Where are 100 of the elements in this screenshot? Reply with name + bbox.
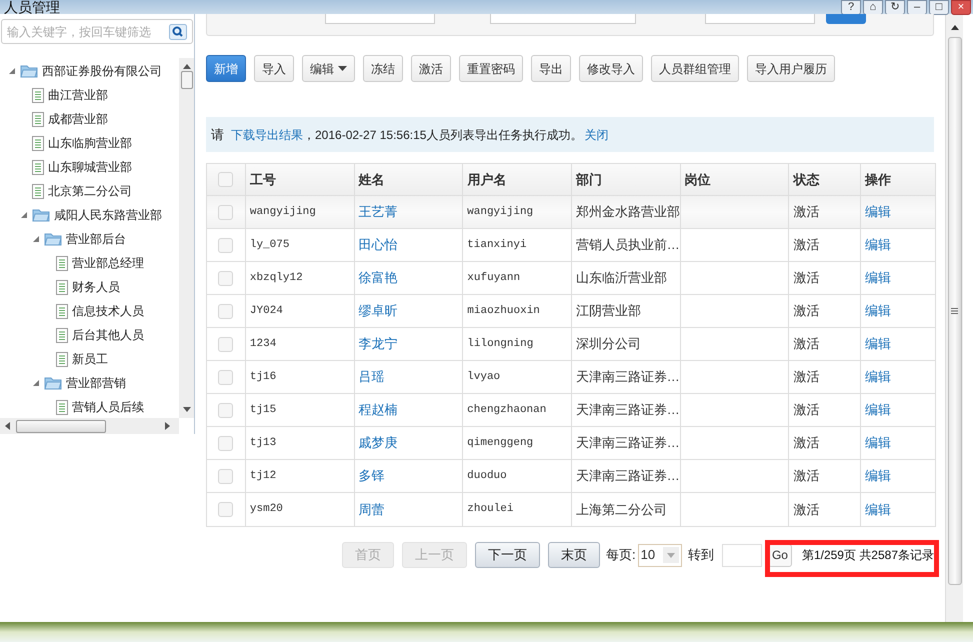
edit-link[interactable]: 编辑 [865, 433, 892, 453]
tree-item[interactable]: 营业部总经理 [72, 254, 144, 272]
toolbar-button[interactable]: 导入 [254, 55, 294, 82]
scrollbar-thumb[interactable] [180, 71, 192, 89]
table-row[interactable]: tj13 戚梦庚 qimenggeng 天津南三路证券… 激活 编辑 [207, 427, 935, 460]
window-button[interactable]: □ [929, 0, 949, 15]
column-header[interactable]: 部门 [576, 170, 602, 190]
vertical-scrollbar[interactable] [179, 58, 194, 418]
row-checkbox[interactable] [218, 468, 234, 484]
expander-icon[interactable] [20, 211, 28, 219]
scroll-up-icon[interactable] [182, 63, 190, 69]
row-checkbox[interactable] [218, 370, 234, 384]
per-page-select[interactable]: 10 [638, 544, 682, 566]
close-link[interactable]: 关闭 [584, 126, 608, 144]
edit-link[interactable]: 编辑 [865, 334, 892, 354]
page-button[interactable]: 下一页 [475, 542, 540, 568]
table-row[interactable]: xbzqly12 徐富艳 xufuyann 山东临沂营业部 激活 编辑 [207, 262, 935, 295]
edit-link[interactable]: 编辑 [865, 268, 892, 288]
name-link[interactable]: 田心怡 [358, 235, 398, 255]
edit-link[interactable]: 编辑 [865, 202, 892, 222]
tree-item[interactable]: 山东聊城营业部 [48, 158, 132, 176]
name-link[interactable]: 缪卓昕 [358, 301, 398, 321]
table-row[interactable]: tj12 多铎 duoduo 天津南三路证券… 激活 编辑 [207, 460, 935, 493]
name-link[interactable]: 多铎 [358, 466, 384, 486]
tree-item[interactable]: 西部证券股份有限公司 [42, 62, 162, 80]
window-button[interactable]: × [951, 0, 971, 15]
toolbar-button[interactable]: 导入用户履历 [747, 55, 835, 82]
scroll-down-icon[interactable] [182, 407, 190, 413]
toolbar-button[interactable]: 修改导入 [579, 55, 643, 82]
edit-link[interactable]: 编辑 [865, 466, 892, 486]
edit-link[interactable]: 编辑 [865, 500, 892, 520]
scrollbar-thumb[interactable] [16, 420, 106, 432]
scroll-up-icon[interactable] [950, 25, 958, 30]
table-row[interactable]: wangyijing 王艺菁 wangyijing 郑州金水路营业部 激活 编辑 [207, 196, 935, 229]
column-header[interactable]: 用户名 [467, 170, 506, 190]
toolbar-button[interactable]: 人员群组管理 [651, 55, 739, 82]
tree-item[interactable]: 曲江营业部 [48, 86, 108, 104]
window-button[interactable]: ↻ [885, 0, 905, 15]
column-header[interactable]: 工号 [250, 170, 276, 190]
page-button[interactable]: 末页 [548, 542, 600, 568]
scrollbar-thumb[interactable] [948, 37, 962, 585]
column-header[interactable]: 操作 [865, 170, 892, 190]
filter-field[interactable] [490, 14, 636, 24]
scroll-left-icon[interactable] [4, 422, 10, 430]
name-link[interactable]: 程赵楠 [358, 400, 398, 420]
filter-field[interactable] [705, 14, 815, 24]
edit-link[interactable]: 编辑 [865, 301, 892, 321]
page-scrollbar[interactable] [945, 14, 963, 622]
table-row[interactable]: ly_075 田心怡 tianxinyi 营销人员执业前… 激活 编辑 [207, 229, 935, 262]
name-link[interactable]: 吕瑶 [358, 367, 384, 387]
filter-button[interactable] [826, 14, 866, 24]
row-checkbox[interactable] [218, 270, 234, 286]
row-checkbox[interactable] [218, 204, 234, 220]
toolbar-button[interactable]: 冻结 [363, 55, 403, 82]
toolbar-button[interactable]: 编辑 [302, 55, 355, 82]
tree-item[interactable]: 营业部后台 [66, 230, 126, 248]
table-row[interactable]: tj15 程赵楠 chengzhaonan 天津南三路证券… 激活 编辑 [207, 394, 935, 427]
filter-field[interactable] [325, 14, 435, 24]
name-link[interactable]: 王艺菁 [358, 202, 398, 222]
column-header[interactable]: 岗位 [684, 170, 711, 190]
expander-icon[interactable] [32, 379, 40, 387]
row-checkbox[interactable] [218, 238, 234, 252]
table-row[interactable]: JY024 缪卓昕 miaozhuoxin 江阴营业部 激活 编辑 [207, 295, 935, 328]
tree-item[interactable]: 新员工 [72, 350, 108, 368]
table-row[interactable]: 1234 李龙宁 lilongning 深圳分公司 激活 编辑 [207, 328, 935, 361]
tree-item[interactable]: 财务人员 [72, 278, 120, 296]
toolbar-button[interactable]: 激活 [411, 55, 451, 82]
tree-item[interactable]: 营销人员后续 [72, 398, 144, 416]
tree-item[interactable]: 信息技术人员 [72, 302, 144, 320]
column-header[interactable]: 姓名 [358, 170, 385, 190]
row-checkbox[interactable] [218, 172, 234, 187]
edit-link[interactable]: 编辑 [865, 235, 892, 255]
name-link[interactable]: 周蕾 [358, 500, 385, 520]
window-button[interactable]: ? [841, 0, 861, 15]
row-checkbox[interactable] [218, 304, 234, 318]
download-link[interactable]: 下载导出结果 [231, 126, 303, 144]
window-button[interactable]: ⌂ [863, 0, 883, 15]
toolbar-button[interactable]: 导出 [531, 55, 571, 82]
horizontal-scrollbar[interactable] [0, 418, 179, 434]
toolbar-button[interactable]: 新增 [206, 55, 246, 82]
row-checkbox[interactable] [218, 436, 234, 450]
search-field[interactable]: 输入关键字，按回车键筛选 [1, 19, 193, 44]
row-checkbox[interactable] [218, 402, 234, 418]
scroll-right-icon[interactable] [165, 422, 171, 430]
tree-item[interactable]: 咸阳人民东路营业部 [54, 206, 162, 224]
tree-item[interactable]: 成都营业部 [48, 110, 108, 128]
edit-link[interactable]: 编辑 [865, 367, 892, 387]
window-button[interactable]: – [907, 0, 927, 15]
tree-item[interactable]: 北京第二分公司 [48, 182, 132, 200]
expander-icon[interactable] [32, 235, 40, 243]
toolbar-button[interactable]: 重置密码 [459, 55, 523, 82]
edit-link[interactable]: 编辑 [865, 400, 892, 420]
name-link[interactable]: 戚梦庚 [358, 433, 398, 453]
table-row[interactable]: tj16 吕瑶 lvyao 天津南三路证券… 激活 编辑 [207, 361, 935, 394]
expander-icon[interactable] [8, 67, 16, 75]
tree-item[interactable]: 后台其他人员 [72, 326, 144, 344]
page-input[interactable] [722, 544, 762, 566]
tree-item[interactable]: 山东临朐营业部 [48, 134, 132, 152]
column-header[interactable]: 状态 [793, 170, 820, 190]
name-link[interactable]: 徐富艳 [358, 268, 398, 288]
